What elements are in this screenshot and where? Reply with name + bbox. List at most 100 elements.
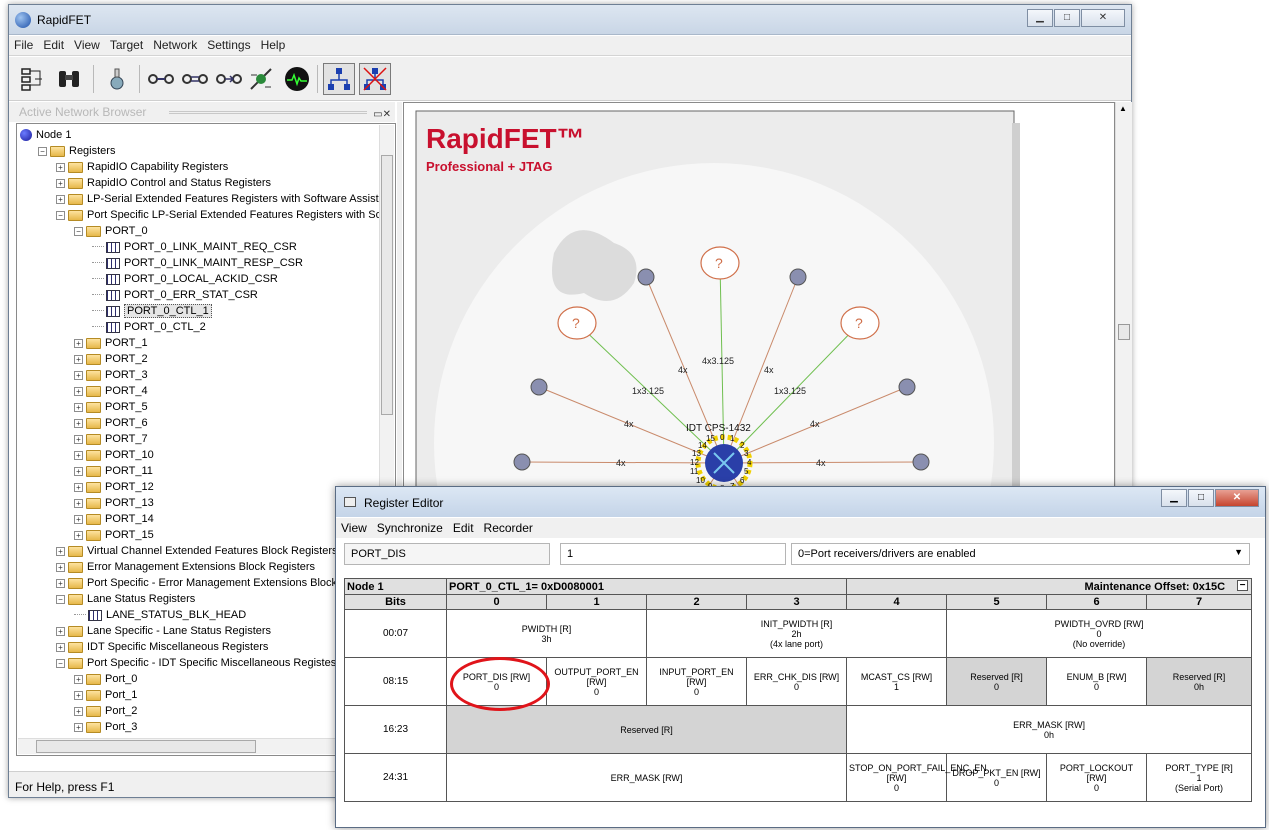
- register-field-cell[interactable]: PORT_LOCKOUT [RW] 0: [1046, 753, 1148, 802]
- tree-item[interactable]: − Port Specific - IDT Specific Miscellane…: [56, 655, 336, 671]
- expander-icon[interactable]: +: [74, 674, 83, 684]
- expander-icon[interactable]: +: [74, 722, 83, 732]
- tree-item[interactable]: + PORT_14: [74, 511, 154, 527]
- scan-network-icon[interactable]: [245, 63, 277, 95]
- tree-item[interactable]: Node 1: [20, 127, 71, 143]
- expander-icon[interactable]: −: [56, 658, 65, 668]
- close-button[interactable]: ✕: [1081, 9, 1125, 27]
- expander-icon[interactable]: +: [74, 402, 83, 412]
- register-field-cell[interactable]: PWIDTH_OVRD [RW] 0 (No override): [946, 609, 1253, 658]
- tree-item[interactable]: + PORT_13: [74, 495, 154, 511]
- tree-scroll-thumb[interactable]: [381, 155, 393, 415]
- expander-icon[interactable]: −: [74, 226, 83, 236]
- tree-item[interactable]: PORT_0_CTL_1: [92, 303, 212, 319]
- menu-edit[interactable]: Edit: [448, 518, 479, 538]
- expander-icon[interactable]: −: [56, 210, 65, 220]
- tree-item[interactable]: + Port_2: [74, 703, 137, 719]
- tree-item[interactable]: + Virtual Channel Extended Features Block…: [56, 543, 338, 559]
- expander-icon[interactable]: −: [38, 146, 47, 156]
- unknown-device-cloud-icon[interactable]: ?: [557, 306, 597, 340]
- tree-item[interactable]: + PORT_6: [74, 415, 148, 431]
- tree-item[interactable]: + LP-Serial Extended Features Registers w…: [56, 191, 385, 207]
- register-field-cell[interactable]: ERR_MASK [RW]: [445, 753, 848, 802]
- collapse-icon[interactable]: −: [1237, 580, 1249, 591]
- tree-item[interactable]: PORT_0_LINK_MAINT_RESP_CSR: [92, 255, 303, 271]
- view-scroll-thumb[interactable]: [1118, 324, 1130, 340]
- menu-help[interactable]: Help: [256, 36, 291, 54]
- tree-item[interactable]: − PORT_0: [74, 223, 148, 239]
- expander-icon[interactable]: +: [74, 370, 83, 380]
- tree-item[interactable]: PORT_0_LOCAL_ACKID_CSR: [92, 271, 278, 287]
- binoculars-icon[interactable]: [53, 63, 85, 95]
- link-bidirectional-icon[interactable]: [179, 63, 211, 95]
- menu-file[interactable]: File: [9, 36, 38, 54]
- expander-icon[interactable]: +: [56, 642, 65, 652]
- menu-network[interactable]: Network: [148, 36, 202, 54]
- expander-icon[interactable]: +: [74, 466, 83, 476]
- field-value-input[interactable]: 1: [560, 543, 786, 565]
- expander-icon[interactable]: +: [74, 434, 83, 444]
- tree-item[interactable]: + Port_1: [74, 687, 137, 703]
- register-field-cell[interactable]: INIT_PWIDTH [R] 2h (4x lane port): [645, 609, 948, 658]
- endpoint-node-icon[interactable]: [530, 378, 548, 396]
- endpoint-node-icon[interactable]: [898, 378, 916, 396]
- expander-icon[interactable]: +: [74, 706, 83, 716]
- pane-close-icon[interactable]: ▭✕: [373, 105, 391, 125]
- expander-icon[interactable]: +: [74, 498, 83, 508]
- tree-item[interactable]: + Error Management Extensions Block Regis…: [56, 559, 315, 575]
- tree-item[interactable]: + PORT_11: [74, 463, 153, 479]
- topology-error-view-icon[interactable]: [359, 63, 391, 95]
- endpoint-node-icon[interactable]: [789, 268, 807, 286]
- minimize-button[interactable]: ▁: [1027, 9, 1053, 27]
- expander-icon[interactable]: +: [56, 626, 65, 636]
- expander-icon[interactable]: +: [56, 194, 65, 204]
- tree-item[interactable]: + PORT_2: [74, 351, 148, 367]
- register-field-cell[interactable]: PORT_TYPE [R] 1 (Serial Port): [1146, 753, 1253, 802]
- register-field-cell[interactable]: DROP_PKT_EN [RW] 0: [946, 753, 1048, 802]
- tree-item[interactable]: + Port Specific - Error Management Extens…: [56, 575, 354, 591]
- register-field-cell[interactable]: INPUT_PORT_EN [RW] 0: [646, 657, 747, 706]
- expander-icon[interactable]: −: [56, 594, 65, 604]
- expander-icon[interactable]: +: [74, 386, 83, 396]
- tree-item[interactable]: + IDT Specific Miscellaneous Registers: [56, 639, 268, 655]
- tree-item[interactable]: + PORT_7: [74, 431, 148, 447]
- tree-item[interactable]: + PORT_5: [74, 399, 148, 415]
- tree-item[interactable]: + Lane Specific - Lane Status Registers: [56, 623, 271, 639]
- expander-icon[interactable]: +: [56, 178, 65, 188]
- tree-hscroll-thumb[interactable]: [36, 740, 256, 753]
- unknown-device-cloud-icon[interactable]: ?: [840, 306, 880, 340]
- value-description-select[interactable]: 0=Port receivers/drivers are enabled ▼: [791, 543, 1250, 565]
- expander-icon[interactable]: +: [56, 546, 65, 556]
- expander-icon[interactable]: +: [74, 514, 83, 524]
- endpoint-node-icon[interactable]: [912, 453, 930, 471]
- maximize-button[interactable]: □: [1188, 489, 1214, 507]
- register-field-cell[interactable]: Reserved [R]: [445, 705, 848, 754]
- expander-icon[interactable]: +: [56, 562, 65, 572]
- expander-icon[interactable]: +: [74, 338, 83, 348]
- minimize-button[interactable]: ▁: [1161, 489, 1187, 507]
- tree-item[interactable]: + RapidIO Capability Registers: [56, 159, 228, 175]
- expander-icon[interactable]: +: [56, 162, 65, 172]
- connect-link-icon[interactable]: [145, 63, 177, 95]
- tree-item[interactable]: PORT_0_ERR_STAT_CSR: [92, 287, 258, 303]
- topology-view-icon[interactable]: [323, 63, 355, 95]
- register-field-cell[interactable]: OUTPUT_PORT_EN [RW] 0: [546, 657, 647, 706]
- chevron-down-icon[interactable]: ▼: [1234, 547, 1243, 557]
- endpoint-node-icon[interactable]: [637, 268, 655, 286]
- register-field-cell[interactable]: ERR_MASK [RW] 0h: [846, 705, 1253, 754]
- expander-icon[interactable]: +: [74, 482, 83, 492]
- tree-item[interactable]: + PORT_12: [74, 479, 154, 495]
- expander-icon[interactable]: +: [74, 354, 83, 364]
- tree-item[interactable]: LANE_STATUS_BLK_HEAD: [74, 607, 246, 623]
- network-tree-icon[interactable]: [17, 63, 49, 95]
- analyzer-scope-icon[interactable]: [281, 63, 313, 95]
- link-forward-icon[interactable]: [213, 63, 245, 95]
- tree-item[interactable]: + Port_0: [74, 671, 137, 687]
- menu-view[interactable]: View: [336, 518, 372, 538]
- register-field-cell[interactable]: ERR_CHK_DIS [RW] 0: [745, 657, 848, 706]
- tree-item[interactable]: + PORT_15: [74, 527, 154, 543]
- scroll-up-icon[interactable]: ▲: [1119, 104, 1127, 113]
- register-field-cell[interactable]: MCAST_CS [RW] 1: [846, 657, 948, 706]
- tree-item[interactable]: + RapidIO Control and Status Registers: [56, 175, 271, 191]
- tree-item[interactable]: − Registers: [38, 143, 115, 159]
